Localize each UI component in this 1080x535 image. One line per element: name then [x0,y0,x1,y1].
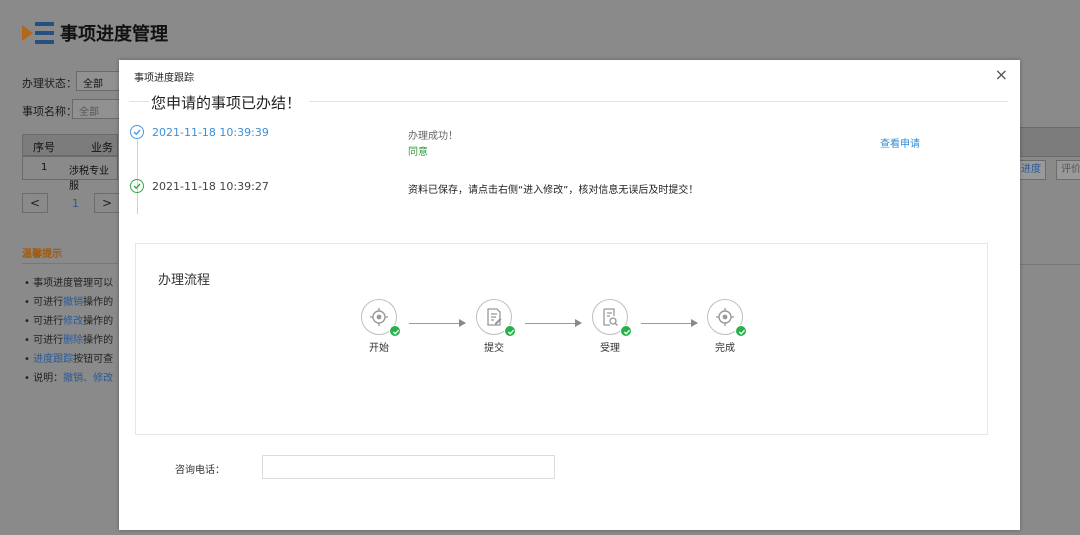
flow-step-label: 提交 [484,343,504,354]
table-header-right [1020,127,1080,157]
pager-current-page[interactable]: 1 [72,197,79,210]
timeline-message: 办理成功！ [408,131,458,142]
name-input[interactable]: 全部 [72,99,120,119]
check-badge-icon [504,325,516,337]
flow-step-label: 完成 [715,343,735,354]
row-index: 1 [41,162,48,173]
hint-item: • 可进行修改操作的 [24,316,114,327]
page-title: 事项进度管理 [60,24,168,45]
flow-arrow [525,319,582,327]
app-logo-icon [22,20,54,46]
progress-tracking-modal: 事项进度跟踪 × 您申请的事项已办结！ 2021-11-18 10:39:39 … [119,60,1020,530]
flow-step-accept: 受理 [580,299,640,354]
modal-header: 事项进度跟踪 × [119,60,1020,92]
modal-title: 事项进度跟踪 [134,73,194,84]
hint-title: 温馨提示 [22,249,62,260]
flow-title: 办理流程 [158,273,211,288]
pager-next-button[interactable]: > [94,193,120,213]
hint-item: • 进度跟踪按钮可查 [24,354,114,365]
status-select[interactable]: 全部 [76,71,120,91]
hint-link-cancel[interactable]: 撤销 [63,297,83,308]
hint-divider-right [1020,264,1080,265]
hint-item: • 可进行删除操作的 [24,335,114,346]
page-header: 事项进度管理 [22,20,168,46]
heading-divider-left [129,101,149,102]
check-badge-icon [735,325,747,337]
column-header-business: 业务 [91,141,113,154]
document-search-icon [592,299,632,337]
timeline-approval: 同意 [408,147,428,158]
evaluate-button[interactable]: 评价 [1056,160,1080,180]
hint-item: • 事项进度管理可以 [24,278,114,289]
hint-link-delete[interactable]: 删除 [63,335,83,346]
flow-arrow [641,319,698,327]
target-icon [361,299,401,337]
result-heading: 您申请的事项已办结！ [151,92,310,113]
pager-prev-button[interactable]: < [22,193,48,213]
status-label: 办理状态： [22,77,77,90]
hint-link-explain[interactable]: 撤销、修改 [63,373,113,384]
flow-step-label: 受理 [600,343,620,354]
process-flow-panel: 办理流程 开始 提交 受理 完成 [135,243,988,435]
timeline-rule [137,140,138,214]
heading-divider-right [304,101,1008,102]
view-application-link[interactable]: 查看申请 [880,135,920,150]
hint-link-modify[interactable]: 修改 [63,316,83,327]
hint-item: • 说明：撤销、修改 [24,373,114,384]
name-label: 事项名称： [22,105,77,118]
flow-step-complete: 完成 [695,299,755,354]
timeline-time: 2021-11-18 10:39:27 [152,180,269,193]
document-edit-icon [476,299,516,337]
flow-step-start: 开始 [349,299,409,354]
phone-field[interactable] [262,455,555,479]
hint-divider [22,263,118,264]
hint-item: • 可进行撤销操作的 [24,297,114,308]
target-icon [707,299,747,337]
row-business-name: 涉税专业服 [69,166,109,192]
table-row[interactable]: 1 涉税专业服 [22,156,118,192]
check-circle-icon [130,125,144,139]
column-header-index: 序号 [33,141,55,154]
check-badge-icon [389,325,401,337]
flow-arrow [409,319,466,327]
timeline-time: 2021-11-18 10:39:39 [152,126,269,139]
table-header: 序号 业务 [22,134,118,156]
check-circle-icon [130,179,144,193]
close-icon[interactable]: × [995,66,1008,84]
timeline-message: 资料已保存，请点击右侧“进入修改”，核对信息无误后及时提交！ [408,185,699,196]
phone-label: 咨询电话： [175,465,225,476]
progress-button[interactable]: 进度 [1016,160,1046,180]
flow-step-submit: 提交 [464,299,524,354]
flow-step-label: 开始 [369,343,389,354]
hint-link-progress[interactable]: 进度跟踪 [33,354,73,365]
check-badge-icon [620,325,632,337]
